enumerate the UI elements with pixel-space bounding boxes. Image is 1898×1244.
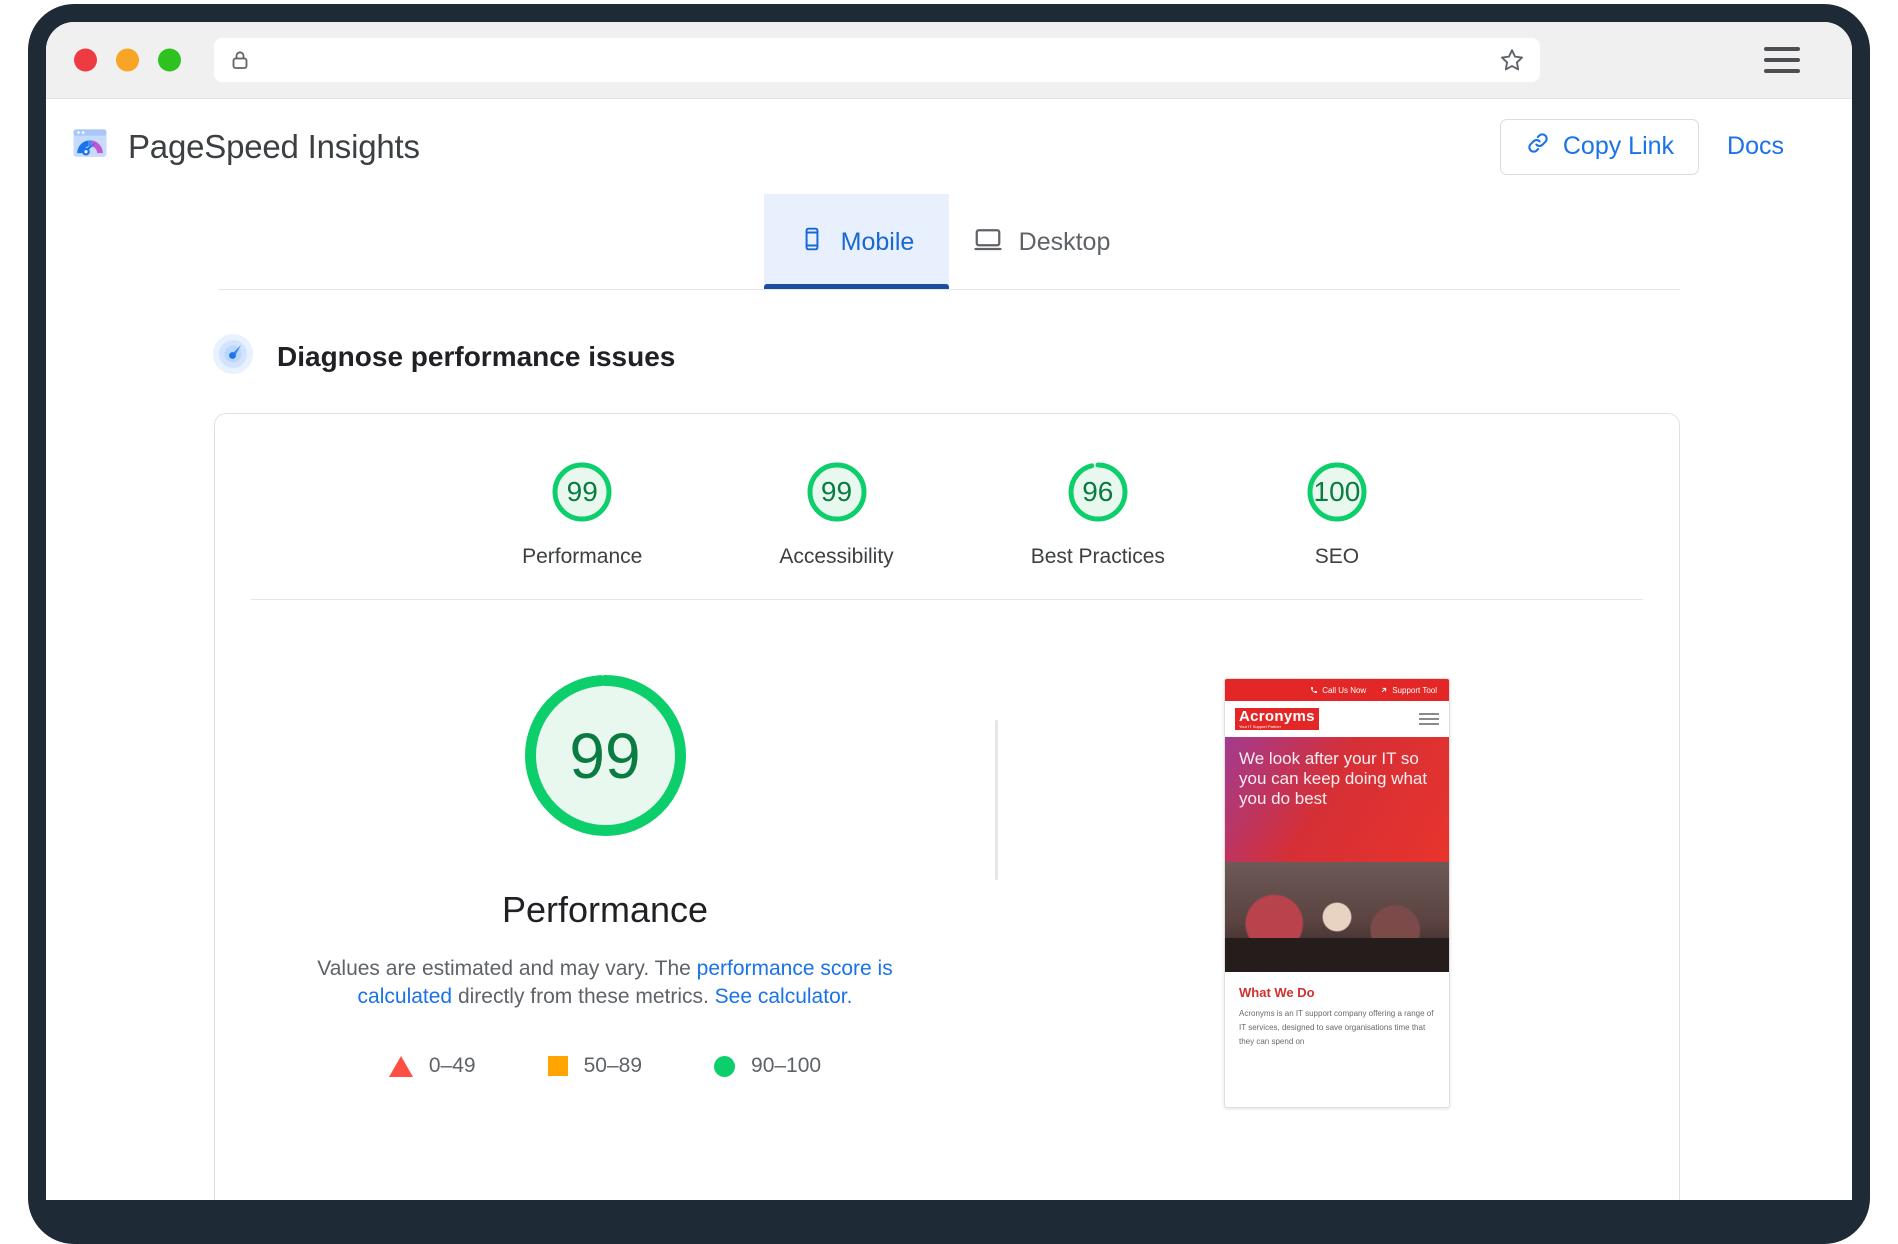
pagespeed-insights-logo	[68, 122, 112, 171]
copy-link-button[interactable]: Copy Link	[1499, 118, 1700, 175]
desktop-monitor-icon	[973, 224, 1003, 261]
tab-mobile[interactable]: Mobile	[764, 194, 949, 290]
score-legend: 0–49 50–89 90–100	[388, 1054, 821, 1078]
header-actions: Copy Link Docs	[1499, 118, 1784, 175]
device-tabs: Mobile Desktop	[764, 194, 1134, 290]
score-gauge-accessibility: 99	[802, 457, 872, 527]
browser-chrome-bar	[46, 22, 1852, 99]
thumb-hero: We look after your IT so you can keep do…	[1225, 737, 1449, 862]
window-close-button[interactable]	[74, 48, 97, 72]
gauge-icon	[211, 332, 255, 381]
page-title: PageSpeed Insights	[128, 127, 420, 165]
mobile-phone-icon	[799, 226, 825, 259]
performance-heading: Performance	[501, 889, 709, 930]
thumb-hero-text: We look after your IT so you can keep do…	[1239, 749, 1428, 809]
tab-desktop[interactable]: Desktop	[949, 194, 1134, 290]
thumb-call-us: Call Us Now	[1310, 686, 1366, 695]
performance-note-text-2: directly from these metrics.	[452, 984, 715, 1008]
score-label-accessibility: Accessibility	[779, 545, 894, 568]
docs-link[interactable]: Docs	[1727, 132, 1784, 161]
lock-icon	[228, 48, 252, 72]
see-calculator-link[interactable]: See calculator.	[715, 985, 853, 1008]
score-gauge-best-practices: 96	[1063, 457, 1133, 527]
window-minimize-button[interactable]	[116, 48, 139, 72]
score-seo[interactable]: 100 SEO	[1302, 457, 1372, 569]
score-best-practices[interactable]: 96 Best Practices	[1031, 457, 1165, 569]
thumb-support-tool: Support Tool	[1380, 686, 1437, 695]
window-traffic-lights	[74, 48, 181, 72]
score-accessibility[interactable]: 99 Accessibility	[779, 457, 894, 569]
thumb-call-label: Call Us Now	[1322, 685, 1367, 695]
thumb-site-logo: Acronyms Your IT Support Partner	[1235, 708, 1319, 730]
score-label-seo: SEO	[1314, 545, 1360, 568]
score-value-best-practices: 96	[1082, 476, 1114, 507]
thumb-section-body: Acronyms is an IT support company offeri…	[1239, 1009, 1434, 1046]
screenshot-column: Call Us Now Support Tool Acronyms Your I…	[995, 658, 1679, 1200]
performance-gauge-large: 99	[508, 658, 703, 853]
score-value-accessibility: 99	[820, 476, 853, 507]
thumb-section-title: What We Do	[1239, 985, 1315, 1000]
thumb-logo-text: Acronyms	[1239, 708, 1315, 726]
url-bar[interactable]	[214, 38, 1540, 82]
page-screenshot-thumbnail: Call Us Now Support Tool Acronyms Your I…	[1224, 678, 1450, 1108]
app-header: PageSpeed Insights Copy Link Docs	[46, 99, 1852, 194]
browser-window: PageSpeed Insights Copy Link Docs Mobile…	[46, 22, 1852, 1200]
square-orange-icon	[547, 1056, 568, 1077]
score-value-performance: 99	[566, 476, 598, 507]
category-scores: 99 Performance 99 Accessibility 96 Best …	[215, 414, 1679, 599]
score-label-performance: Performance	[522, 545, 643, 568]
legend-label-mid: 50–89	[583, 1054, 643, 1078]
window-maximize-button[interactable]	[158, 48, 181, 72]
link-icon	[1525, 130, 1551, 163]
device-tabs-bar: Mobile Desktop	[46, 194, 1852, 290]
score-gauge-performance: 99	[547, 457, 617, 527]
diagnose-section-header: Diagnose performance issues	[46, 290, 1852, 381]
thumb-support-label: Support Tool	[1392, 685, 1437, 695]
legend-label-low: 0–49	[428, 1054, 476, 1078]
score-gauge-seo: 100	[1302, 457, 1372, 527]
score-performance[interactable]: 99 Performance	[522, 457, 642, 569]
triangle-red-icon	[388, 1055, 413, 1077]
thumb-logo-tagline: Your IT Support Partner	[1239, 723, 1282, 729]
thumb-nav: Acronyms Your IT Support Partner	[1225, 701, 1449, 737]
thumb-what-we-do: What We Do Acronyms is an IT support com…	[1225, 972, 1449, 1049]
performance-detail-area: 99 Performance Values are estimated and …	[215, 600, 1679, 1200]
brand: PageSpeed Insights	[68, 122, 420, 171]
thumb-hero-photo	[1225, 862, 1449, 972]
tab-desktop-label: Desktop	[1018, 227, 1111, 256]
thumb-hamburger-menu-icon	[1419, 713, 1439, 725]
performance-summary: 99 Performance Values are estimated and …	[215, 658, 995, 1200]
detail-vertical-divider	[995, 720, 998, 880]
results-card: 99 Performance 99 Accessibility 96 Best …	[214, 413, 1680, 1200]
legend-item-low: 0–49	[388, 1054, 476, 1078]
thumb-topbar: Call Us Now Support Tool	[1225, 679, 1449, 701]
score-value-seo: 100	[1313, 476, 1361, 507]
performance-note: Values are estimated and may vary. The p…	[285, 955, 925, 1010]
performance-score-value: 99	[569, 719, 641, 792]
circle-green-icon	[714, 1055, 736, 1077]
score-label-best-practices: Best Practices	[1030, 545, 1165, 568]
legend-label-high: 90–100	[751, 1054, 822, 1078]
performance-note-text-1: Values are estimated and may vary. The	[317, 957, 697, 980]
hamburger-menu-icon[interactable]	[1764, 47, 1800, 73]
legend-item-high: 90–100	[714, 1054, 821, 1078]
copy-link-label: Copy Link	[1562, 132, 1675, 160]
tabs-divider	[218, 289, 1680, 290]
legend-item-mid: 50–89	[547, 1054, 643, 1078]
tab-mobile-label: Mobile	[840, 227, 915, 256]
star-icon[interactable]	[1498, 46, 1526, 74]
diagnose-title: Diagnose performance issues	[277, 340, 676, 372]
